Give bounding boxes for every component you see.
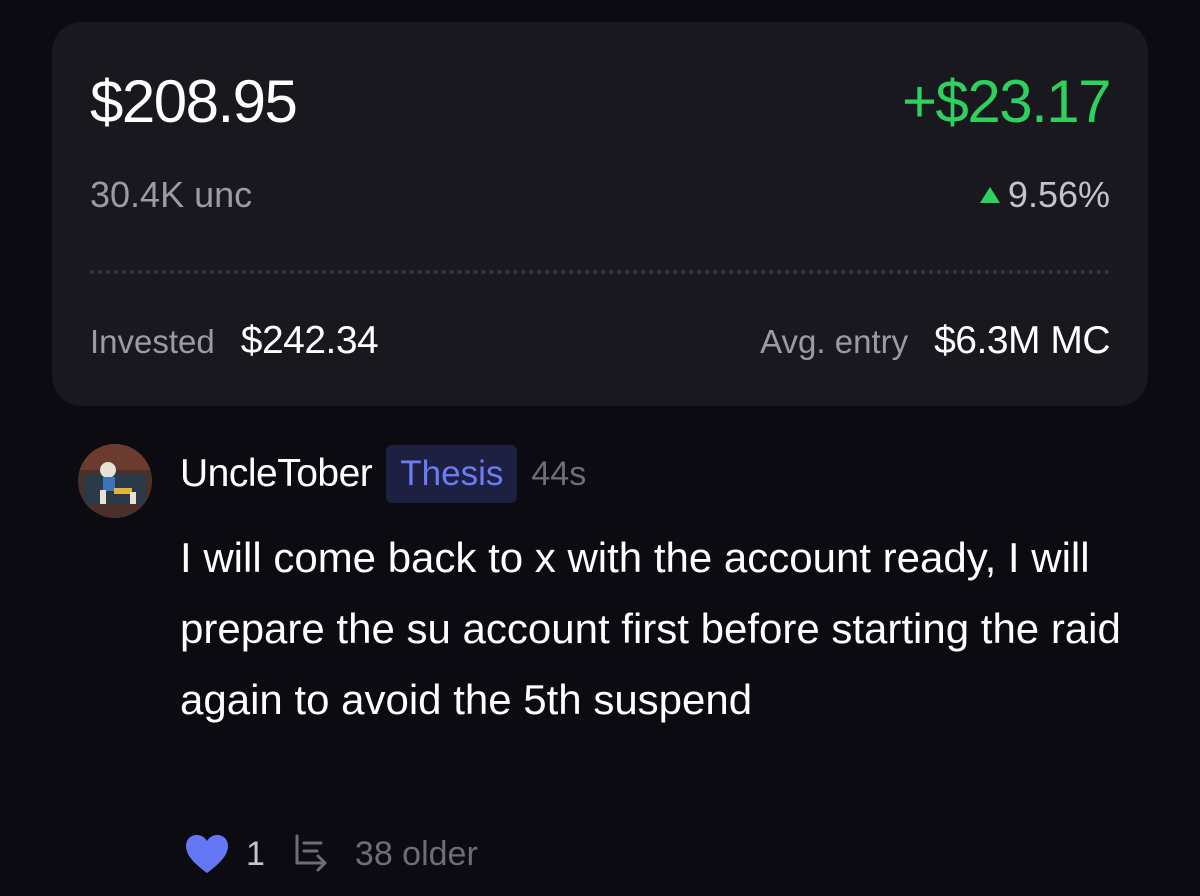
token-holdings: 30.4K unc (90, 174, 253, 215)
avg-entry-stat: Avg. entry $6.3M MC (760, 319, 1110, 363)
pnl-percent: 9.56% (979, 172, 1110, 218)
position-stats: Invested $242.34 Avg. entry $6.3M MC (90, 318, 1110, 364)
avg-entry-label: Avg. entry (760, 323, 909, 360)
thesis-tag: Thesis (386, 445, 518, 503)
triangle-up-icon (979, 187, 1000, 203)
reply-thread-icon[interactable] (291, 833, 335, 875)
screen: $208.95 +$23.17 30.4K unc 9.56% Invested… (0, 0, 1200, 896)
invested-stat: Invested $242.34 (90, 319, 379, 363)
heart-icon[interactable] (184, 833, 230, 875)
comment-actions: 1 38 older (184, 828, 478, 880)
comment-time: 44s (531, 454, 587, 493)
comment-header: UncleTober Thesis 44s (180, 445, 587, 503)
pnl-amount: +$23.17 (901, 68, 1112, 135)
like-count: 1 (246, 834, 265, 873)
avatar[interactable] (78, 444, 152, 518)
username[interactable]: UncleTober (180, 452, 373, 496)
position-card[interactable]: $208.95 +$23.17 30.4K unc 9.56% Invested… (52, 22, 1148, 406)
comment-text: I will come back to x with the account r… (180, 534, 1121, 723)
divider (90, 270, 1110, 274)
pnl-percent-value: 9.56% (1007, 174, 1110, 215)
older-comments-link[interactable]: 38 older (355, 835, 478, 874)
invested-label: Invested (90, 323, 215, 360)
position-value: $208.95 (90, 68, 298, 135)
invested-value: $242.34 (240, 319, 379, 362)
avg-entry-value: $6.3M MC (934, 319, 1110, 362)
